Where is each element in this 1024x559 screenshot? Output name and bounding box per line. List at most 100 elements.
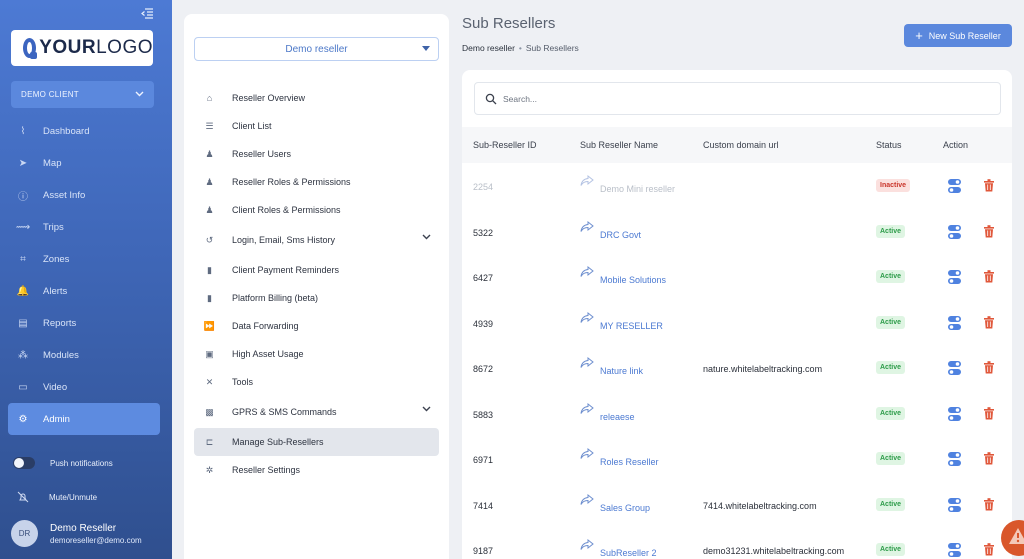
sidebar-item-admin[interactable]: ⚙ Admin [8,403,160,435]
toggle-settings-icon[interactable] [948,452,961,466]
push-notifications: Push notifications [13,457,113,469]
trash-icon[interactable] [984,179,994,192]
share-icon [580,174,594,187]
admin-menu-item-label: Reseller Users [232,149,292,159]
admin-menu-item-reseller-overview[interactable]: ⌂ Reseller Overview [194,84,439,112]
warning-icon [1009,528,1024,544]
sidebar-item-map[interactable]: ➤ Map [8,147,160,179]
column-header-name[interactable]: Sub Reseller Name [580,140,658,150]
search-input[interactable]: Search... [474,82,1001,115]
trash-icon[interactable] [984,452,994,465]
sidebar-item-modules[interactable]: ⁂ Modules [8,339,160,371]
column-header-id[interactable]: Sub-Reseller ID [473,140,537,150]
admin-menu-item-data-forwarding[interactable]: ⏩ Data Forwarding [194,312,439,340]
new-sub-reseller-button[interactable]: + New Sub Reseller [904,24,1012,47]
trash-icon[interactable] [984,497,994,511]
mute-label: Mute/Unmute [49,492,98,502]
trash-icon[interactable] [984,224,994,238]
toggle-settings-icon[interactable] [948,406,961,421]
toggle-settings-icon[interactable] [948,179,961,193]
sidebar-item-label: Alerts [43,285,68,297]
sub-reseller-id: 2254 [473,182,494,192]
status-badge: Active [876,406,906,420]
avatar: DR [11,520,38,547]
breadcrumb: Demo reseller • Sub Resellers [462,43,579,53]
trash-icon[interactable] [984,270,994,283]
trash-icon[interactable] [984,406,994,420]
admin-menu-item-platform-billing-beta[interactable]: ▮ Platform Billing (beta) [194,284,439,312]
sub-reseller-name: Sales Group [600,502,651,513]
admin-menu-item-client-list[interactable]: ☰ Client List [194,112,439,140]
sidebar-item-asset-info[interactable]: ⓘ Asset Info [8,179,160,211]
toggle-settings-icon[interactable] [948,543,961,557]
admin-menu-item-client-payment-reminders[interactable]: ▮ Client Payment Reminders [194,256,439,284]
reseller-select[interactable]: Demo reseller [194,37,439,61]
admin-menu-item-client-roles-permissions[interactable]: ♟ Client Roles & Permissions [194,196,439,224]
admin-menu-item-label: Client Roles & Permissions [232,205,341,215]
user-name: Demo Reseller [50,522,117,534]
sub-reseller-name-link[interactable]: DRC Govt [580,220,641,240]
sub-reseller-name-link[interactable]: Demo Mini reseller [580,174,675,194]
terminal-icon: ▩ [205,406,214,417]
sidebar-item-reports[interactable]: ▤ Reports [8,307,160,339]
trash-icon[interactable] [984,361,994,374]
toggle-settings-icon[interactable] [948,361,961,375]
map-icon: ➤ [18,157,28,169]
admin-menu-item-high-asset-usage[interactable]: ▣ High Asset Usage [194,340,439,368]
sub-reseller-name-link[interactable]: Roles Reseller [580,447,659,467]
table-row: 4939 MY RESELLER Active [462,300,1012,346]
admin-menu-item-reseller-roles-permissions[interactable]: ♟ Reseller Roles & Permissions [194,168,439,196]
table-row: 6971 Roles Reseller Active [462,436,1012,482]
status-badge: Active [876,315,906,329]
toggle-settings-icon[interactable] [948,497,961,512]
admin-menu-item-tools[interactable]: ✕ Tools [194,368,439,396]
breadcrumb-root[interactable]: Demo reseller [462,43,515,53]
sub-reseller-id: 6971 [473,455,494,465]
status-badge: Active [876,270,906,283]
column-header-domain[interactable]: Custom domain url [703,140,779,150]
dashboard-icon: ⌇ [20,125,26,137]
admin-menu-item-manage-sub-resellers[interactable]: ⊏ Manage Sub-Resellers [194,428,439,456]
sub-reseller-name-link[interactable]: MY RESELLER [580,311,663,331]
sub-reseller-name: Nature link [600,366,644,376]
sub-reseller-name-link[interactable]: Mobile Solutions [580,265,666,285]
user-icon: ♟ [205,148,214,159]
column-header-status[interactable]: Status [876,140,902,150]
sub-reseller-name-link[interactable]: SubReseller 2 [580,538,657,558]
mute-unmute[interactable]: Mute/Unmute [17,491,97,503]
chevron-down-icon [135,89,144,100]
toggle-settings-icon[interactable] [948,315,961,330]
sub-reseller-name-link[interactable]: Nature link [580,356,643,376]
sub-reseller-name-link[interactable]: releaese [580,402,635,422]
sub-reseller-name: Roles Reseller [600,457,659,467]
sidebar-item-dashboard[interactable]: ⌇ Dashboard [8,115,160,147]
settings-icon: ✲ [205,464,214,475]
admin-menu-item-gprs-sms-commands[interactable]: ▩ GPRS & SMS Commands [194,396,439,428]
chevron-down-icon[interactable] [422,404,431,414]
trash-icon[interactable] [984,543,994,556]
admin-menu-item-reseller-settings[interactable]: ✲ Reseller Settings [194,456,439,484]
toggle-settings-icon[interactable] [948,270,961,284]
document-icon: ▮ [207,264,212,275]
admin-menu-item-reseller-users[interactable]: ♟ Reseller Users [194,140,439,168]
push-notifications-toggle[interactable] [13,457,35,469]
sidebar-item-alerts[interactable]: 🔔 Alerts [8,275,160,307]
status-badge: Inactive [876,179,911,192]
push-notifications-label: Push notifications [50,458,113,468]
admin-menu-item-label: GPRS & SMS Commands [232,407,337,417]
collapse-sidebar-icon[interactable] [140,7,154,21]
sidebar-item-zones[interactable]: ⌗ Zones [8,243,160,275]
user-profile[interactable]: DR Demo Reseller demoreseller@demo.com [11,520,142,547]
sidebar-item-label: Trips [43,221,64,233]
chevron-down-icon[interactable] [422,232,431,242]
sidebar-item-trips[interactable]: ⟿ Trips [8,211,160,243]
toggle-settings-icon[interactable] [948,224,961,239]
sub-reseller-id: 7414 [473,500,494,511]
admin-menu-item-login-email-sms-history[interactable]: ↺ Login, Email, Sms History [194,224,439,256]
sidebar-item-video[interactable]: ▭ Video [8,371,160,403]
admin-menu-panel: Demo reseller ⌂ Reseller Overview ☰ Client … [184,14,449,559]
sub-reseller-name-link[interactable]: Sales Group [580,493,650,513]
trash-icon[interactable] [984,315,994,329]
list-icon: ☰ [205,120,214,131]
client-select[interactable]: DEMO CLIENT [11,81,154,108]
